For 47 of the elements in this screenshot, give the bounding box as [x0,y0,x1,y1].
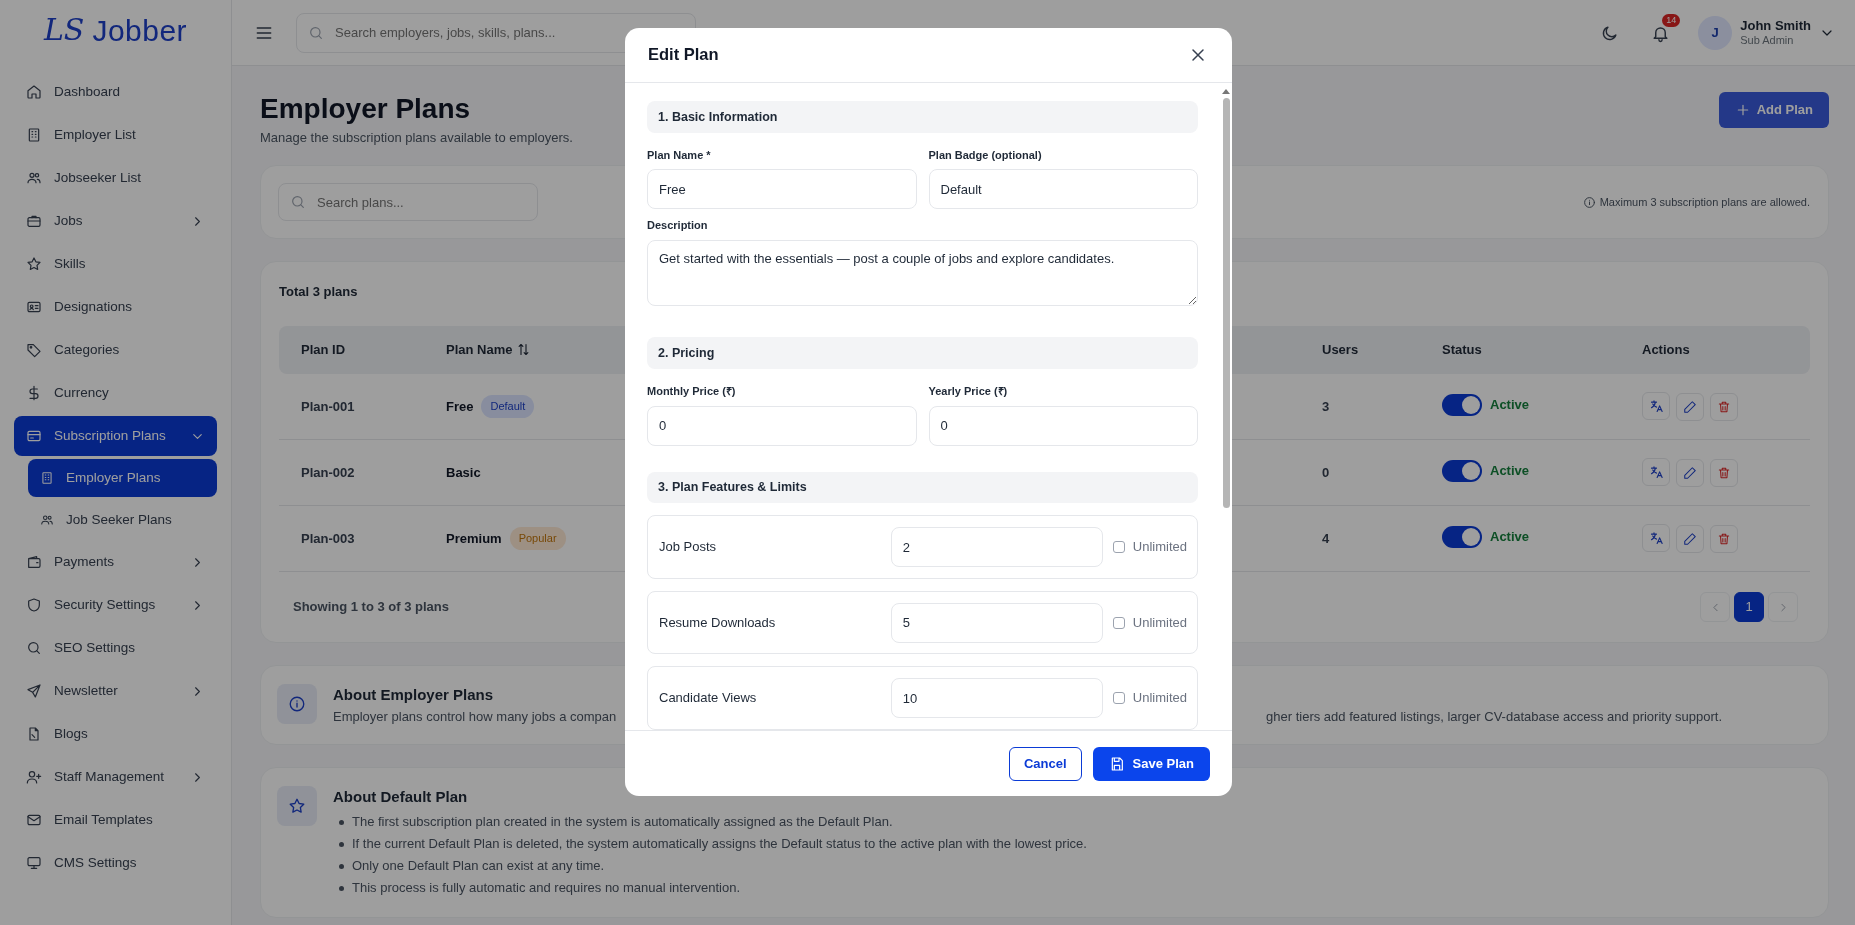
user-avatar: J [1698,15,1733,50]
list-item: Only one Default Plan can exist at any time. [352,856,605,875]
status-label: Active [1490,528,1530,547]
table-cell: 0 [1300,439,1420,506]
logo-mark: LS [43,15,85,45]
card-title: About Default Plan [333,787,469,808]
list-item: The first subscription plan created in the system is automatically assigned as the Default Plan. [352,812,893,831]
list-item: This process is fully automatic and requires no manual intervention. [352,878,741,897]
plan-limit-note: Maximum 3 subscription plans are allowed. [1599,194,1810,210]
page-title: Employer Plans [260,92,472,126]
table-cell: 4 [1300,505,1420,572]
plan-name: Free [446,397,474,416]
table-cell: Plan-002 [279,439,424,506]
field-label: Yearly Price (₹) [928,384,1009,400]
user-name: John Smith [1740,18,1811,34]
table-cell: 3 [1300,373,1420,440]
field-label: Description [647,218,709,234]
checkbox-label: Unlimited [1132,613,1187,632]
table-cell: Plan-001 [279,373,424,440]
plan-name: Basic [446,463,481,482]
section-header: 2. Pricing [647,337,1198,370]
plan-badge: Popular [509,527,566,550]
user-role: Sub Admin [1740,33,1795,47]
plan-name: Premium [446,529,502,548]
checkbox-label: Unlimited [1132,689,1187,708]
feature-name: Resume Downloads [659,613,777,632]
pagination-summary: Showing 1 to 3 of 3 plans [293,598,449,617]
section-header: 3. Plan Features & Limits [647,471,1198,504]
status-label: Active [1490,395,1530,414]
card-text: Employer plans control how many jobs a compan [333,707,617,726]
table-cell: Plan-003 [279,505,424,572]
total-plans: Total 3 plans [279,283,359,302]
page-subtitle: Manage the subscription plans available to employers. [260,128,573,147]
logo-name: Jobber [92,12,188,49]
section-header: 1. Basic Information [647,101,1198,133]
field-label: Plan Name * [647,147,712,163]
list-item: If the current Default Plan is deleted, the system automatically assigns the Default status to the active plan with the lowest price. [352,834,1087,853]
card-title: About Employer Plans [333,685,494,706]
plan-badge: Default [481,395,535,418]
card-text: gher tiers add featured listings, larger CV-database access and priority support. [1266,707,1722,726]
checkbox-label: Unlimited [1132,538,1187,557]
feature-name: Job Posts [659,538,718,557]
field-label: Monthly Price (₹) [647,384,737,400]
status-label: Active [1490,462,1530,481]
field-label: Plan Badge (optional) [928,147,1043,163]
notification-count: 14 [1662,14,1681,28]
feature-name: Candidate Views [659,689,758,708]
